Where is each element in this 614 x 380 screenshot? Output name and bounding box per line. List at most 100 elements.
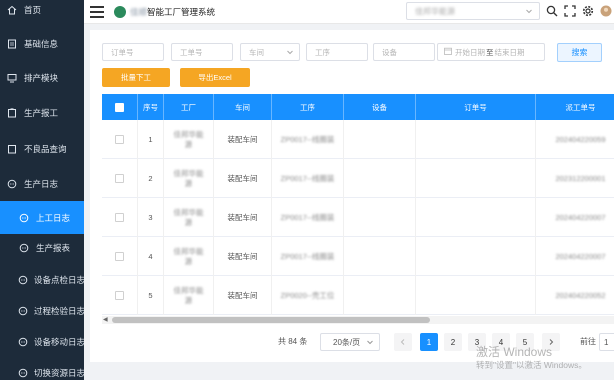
chat-icon — [18, 212, 30, 224]
row-checkbox[interactable] — [102, 198, 138, 237]
prev-page-button[interactable] — [394, 333, 412, 351]
col-header: 设备 — [344, 94, 416, 120]
work-order-no-input[interactable]: 工单号 — [171, 43, 233, 61]
scroll-left-icon[interactable]: ◀ — [103, 316, 108, 323]
workshop-select[interactable]: 车间 — [240, 43, 300, 61]
workshop-placeholder: 车间 — [249, 47, 264, 57]
cell-no: 5 — [138, 276, 164, 315]
page-button-2[interactable]: 2 — [444, 333, 462, 351]
menu-toggle-icon[interactable] — [90, 5, 104, 18]
sidebar-item-label: 首页 — [24, 5, 42, 15]
chat-icon — [18, 367, 28, 379]
cell-device — [344, 198, 416, 237]
goto-page-input[interactable]: 1 — [599, 333, 614, 351]
chat-icon — [18, 305, 28, 317]
cell-factory: 佳邦华能源 — [164, 237, 214, 276]
shift-log-table: 序号 工厂 车间 工序 设备 订单号 派工单号 1 佳邦华能源 装配车间 ZP0… — [102, 94, 614, 326]
cell-dispatch: 202312200001 — [536, 159, 614, 198]
sidebar-item-label: 切换资源日志 — [34, 368, 84, 378]
row-checkbox[interactable] — [102, 159, 138, 198]
header-icons — [545, 3, 612, 18]
cell-device — [344, 276, 416, 315]
cell-process: ZP0017--线圈装 — [272, 120, 344, 159]
order-no-input[interactable]: 订单号 — [102, 43, 164, 61]
sidebar-item-resource-switch-log[interactable]: 切换资源日志 — [0, 358, 84, 380]
row-checkbox[interactable] — [102, 237, 138, 276]
content-card: 订单号 工单号 车间 工序 设备 开始日期 至 结束日期 搜索 批量下工 导出E… — [90, 30, 614, 362]
sidebar-item-production-statement[interactable]: 生产报表 — [0, 233, 84, 263]
search-button[interactable]: 搜索 — [557, 43, 602, 62]
date-range-picker[interactable]: 开始日期 至 结束日期 — [437, 43, 545, 61]
cell-factory: 佳邦华能源 — [164, 198, 214, 237]
sidebar-item-home[interactable]: 首页 — [0, 0, 84, 25]
sidebar-item-basic-info[interactable]: 基础信息 — [0, 29, 84, 59]
col-header: 工厂 — [164, 94, 214, 120]
equipment-input[interactable]: 设备 — [373, 43, 435, 61]
windows-activation-watermark: 激活 Windows — [476, 345, 553, 359]
batch-stop-button[interactable]: 批量下工 — [102, 68, 170, 87]
sidebar-item-defect-query[interactable]: 不良品查询 — [0, 134, 84, 164]
table-row[interactable]: 2 佳邦华能源 装配车间 ZP0017--线圈装 202312200001 — [102, 159, 614, 198]
clipboard-icon — [6, 143, 18, 155]
select-all-checkbox[interactable] — [102, 94, 138, 120]
cell-factory: 佳邦华能源 — [164, 159, 214, 198]
sidebar-item-label: 基础信息 — [24, 39, 59, 49]
sidebar-item-label: 过程检验日志 — [34, 306, 84, 316]
cell-order — [416, 276, 536, 315]
sidebar-item-production-log[interactable]: 生产日志 — [0, 169, 84, 199]
fullscreen-icon[interactable] — [563, 3, 576, 18]
search-icon[interactable] — [545, 3, 558, 18]
sidebar-item-equipment-move-log[interactable]: 设备移动日志 — [0, 327, 84, 357]
page-button-1[interactable]: 1 — [420, 333, 438, 351]
cell-device — [344, 159, 416, 198]
chat-icon — [18, 242, 30, 254]
app-title: 佳顺智能工厂管理系统 — [130, 6, 215, 18]
export-excel-button[interactable]: 导出Excel — [180, 68, 250, 87]
avatar[interactable] — [599, 3, 612, 18]
page-size-select[interactable]: 20条/页 — [320, 333, 380, 351]
gear-icon[interactable] — [581, 3, 594, 18]
horizontal-scrollbar[interactable]: ◀ — [102, 316, 614, 324]
total-count: 共 84 条 — [278, 337, 308, 346]
table-row[interactable]: 4 佳邦华能源 装配车间 ZP0017--线圈装 202404220007 — [102, 237, 614, 276]
sidebar-item-label: 设备点检日志 — [34, 275, 84, 285]
cell-dispatch: 202404220007 — [536, 198, 614, 237]
cell-no: 3 — [138, 198, 164, 237]
sidebar-item-scheduling[interactable]: 排产模块 — [0, 63, 84, 93]
table-row[interactable]: 1 佳邦华能源 装配车间 ZP0017--线圈装 202404220059 — [102, 120, 614, 159]
sidebar-item-process-inspection-log[interactable]: 过程检验日志 — [0, 296, 84, 326]
sidebar-item-label: 不良品查询 — [24, 144, 67, 154]
table-row[interactable]: 5 佳邦华能源 装配车间 ZP0020--壳工位 202404220052 — [102, 276, 614, 315]
cell-dispatch: 202404220052 — [536, 276, 614, 315]
cell-workshop: 装配车间 — [214, 237, 272, 276]
chat-icon — [18, 274, 28, 286]
work-order-no-placeholder: 工单号 — [180, 47, 203, 57]
col-header: 订单号 — [416, 94, 536, 120]
sidebar-item-label: 生产日志 — [24, 179, 59, 189]
cell-no: 1 — [138, 120, 164, 159]
cell-factory: 佳邦华能源 — [164, 276, 214, 315]
cell-workshop: 装配车间 — [214, 198, 272, 237]
date-range-separator: 至 — [486, 47, 494, 57]
cell-workshop: 装配车间 — [214, 159, 272, 198]
scrollbar-thumb[interactable] — [112, 317, 430, 323]
process-input[interactable]: 工序 — [306, 43, 368, 61]
sidebar-item-shift-log[interactable]: 上工日志 — [0, 201, 84, 234]
row-checkbox[interactable] — [102, 120, 138, 159]
factory-select-value: 佳邦华能源 — [415, 6, 455, 16]
factory-select[interactable]: 佳邦华能源 — [406, 2, 540, 20]
cell-process: ZP0017--线圈装 — [272, 159, 344, 198]
sidebar-item-label: 上工日志 — [36, 212, 71, 223]
sidebar-item-production-report[interactable]: 生产报工 — [0, 98, 84, 128]
chevron-down-icon — [525, 7, 533, 17]
goto-label: 前往 — [580, 337, 596, 346]
sidebar-item-label: 生产报工 — [24, 108, 59, 118]
cell-no: 2 — [138, 159, 164, 198]
app-title-company: 佳顺 — [130, 6, 148, 17]
row-checkbox[interactable] — [102, 276, 138, 315]
page-size-value: 20条/页 — [333, 337, 361, 347]
table-row[interactable]: 3 佳邦华能源 装配车间 ZP0017--线圈装 202404220007 — [102, 198, 614, 237]
app-logo — [114, 5, 126, 18]
table-header: 序号 工厂 车间 工序 设备 订单号 派工单号 — [102, 94, 614, 120]
sidebar-item-equipment-inspection-log[interactable]: 设备点检日志 — [0, 265, 84, 295]
